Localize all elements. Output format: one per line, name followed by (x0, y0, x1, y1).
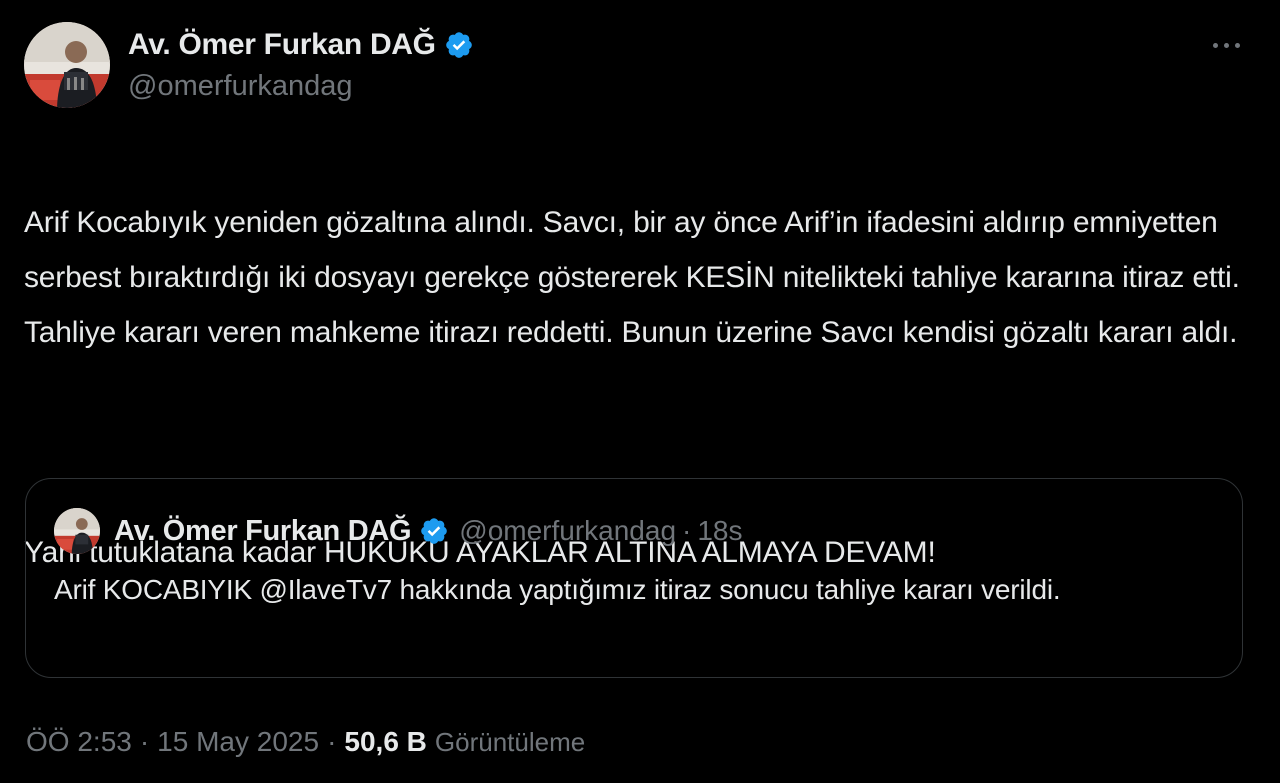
views-count: 50,6 B (344, 726, 427, 757)
author-name[interactable]: Av. Ömer Furkan DAĞ (128, 28, 436, 62)
more-dot (1223, 42, 1229, 48)
tweet-date[interactable]: 15 May 2025 (157, 726, 319, 758)
tweet-meta: ÖÖ 2:53 · 15 May 2025 · 50,6 B Görüntüle… (26, 722, 585, 762)
tweet: Av. Ömer Furkan DAĞ @omerfurkandag Arif … (0, 0, 1280, 783)
quote-text: Arif KOCABIYIK @IlaveTv7 hakkında yaptığ… (54, 574, 1061, 605)
meta-separator: · (327, 726, 337, 757)
quote-author-handle[interactable]: @omerfurkandag (459, 515, 676, 547)
quote-header: Av. Ömer Furkan DAĞ @omerfurkandag · 18s (114, 513, 743, 549)
tweet-paragraph: Arif Kocabıyık yeniden gözaltına alındı.… (24, 206, 1240, 349)
verified-badge-icon (445, 32, 472, 58)
meta-separator: · (139, 726, 150, 757)
author-handle[interactable]: @omerfurkandag (128, 70, 353, 103)
avatar-photo-icon (54, 508, 100, 554)
author-name-row[interactable]: Av. Ömer Furkan DAĞ (128, 26, 474, 64)
quote-separator: · (682, 515, 692, 546)
quote-timestamp[interactable]: 18s (697, 515, 742, 547)
avatar-photo-icon (24, 22, 110, 108)
more-horizontal-icon[interactable] (1206, 30, 1246, 60)
quote-author-avatar[interactable] (54, 508, 100, 554)
views-label: Görüntüleme (434, 726, 586, 757)
verified-badge-icon (421, 518, 448, 544)
more-dot (1234, 42, 1240, 48)
more-dot (1212, 42, 1218, 48)
quote-author-name[interactable]: Av. Ömer Furkan DAĞ (114, 515, 412, 548)
quoted-tweet-card[interactable]: Av. Ömer Furkan DAĞ @omerfurkandag · 18s… (25, 478, 1243, 678)
tweet-time[interactable]: ÖÖ 2:53 (26, 726, 132, 758)
author-avatar[interactable] (24, 22, 110, 108)
